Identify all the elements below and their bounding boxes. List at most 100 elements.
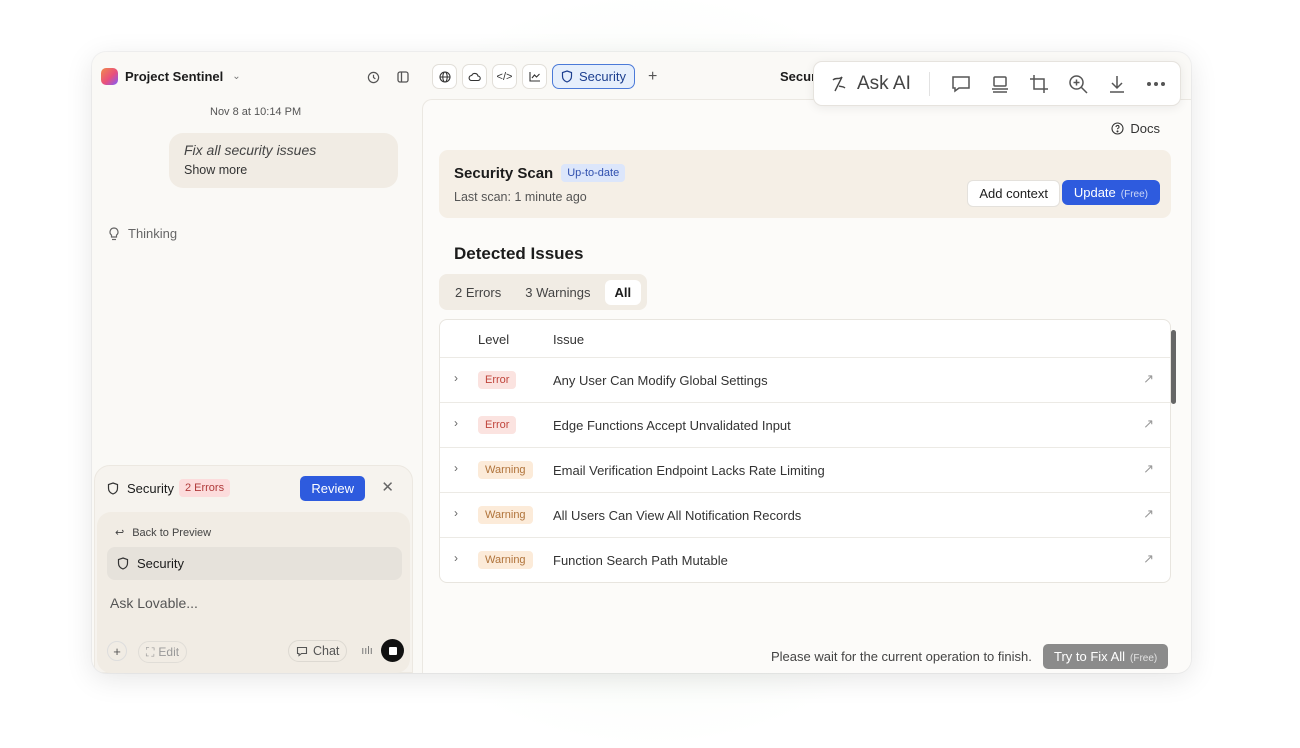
level-badge: Warning — [478, 551, 533, 569]
edit-label: Edit — [158, 645, 180, 659]
chat-bubble-icon — [296, 646, 308, 657]
scan-title-row: Security Scan Up-to-date — [454, 164, 626, 182]
open-external-icon[interactable]: ↗ — [1143, 416, 1154, 432]
filter-errors[interactable]: 2 Errors — [445, 280, 511, 305]
toolbar-divider — [928, 71, 930, 96]
chat-mode-button[interactable]: Chat — [288, 640, 348, 662]
monitor-icon[interactable] — [981, 69, 1020, 99]
table-row[interactable]: › Error Any User Can Modify Global Setti… — [440, 358, 1170, 403]
stop-icon — [388, 646, 397, 655]
scan-title: Security Scan — [454, 164, 554, 182]
level-badge: Error — [478, 371, 517, 389]
docs-link[interactable]: Docs — [1111, 121, 1160, 136]
errors-badge: 2 Errors — [178, 479, 231, 497]
project-switcher[interactable]: Project Sentinel ⌄ — [101, 68, 241, 85]
table-row[interactable]: › Error Edge Functions Accept Unvalidate… — [440, 403, 1170, 448]
fix-free-label: (Free) — [1130, 653, 1158, 664]
chat-label: Chat — [313, 644, 340, 658]
composer-input-area: ↩ Back to Preview Security Ask Lovable..… — [97, 512, 410, 673]
security-panel: Docs Security Scan Up-to-date Last scan:… — [422, 99, 1191, 673]
ask-ai-button[interactable]: Ask AI — [830, 73, 911, 95]
level-badge: Warning — [478, 461, 533, 479]
ask-ai-label: Ask AI — [857, 72, 911, 94]
add-tab-icon[interactable]: + — [648, 68, 657, 86]
crop-icon[interactable] — [1020, 69, 1059, 99]
review-button[interactable]: Review — [300, 476, 365, 501]
app-window: Project Sentinel ⌄ Nov 8 at 10:14 PM Fix… — [92, 52, 1191, 673]
column-header-level: Level — [478, 332, 510, 347]
security-notice-title: Security — [127, 480, 174, 496]
fix-all-label: Try to Fix All — [1054, 649, 1126, 664]
ask-lovable-input[interactable]: Ask Lovable... — [110, 595, 198, 611]
edit-button[interactable]: ⛶ Edit — [138, 641, 188, 663]
try-to-fix-all-button[interactable]: Try to Fix All (Free) — [1043, 644, 1169, 669]
update-free-label: (Free) — [1120, 189, 1148, 200]
table-header: Level Issue — [440, 320, 1170, 358]
thinking-indicator: Thinking — [108, 226, 177, 241]
open-external-icon[interactable]: ↗ — [1143, 551, 1154, 567]
shield-icon — [561, 70, 573, 83]
project-name: Project Sentinel — [125, 69, 224, 84]
level-badge: Error — [478, 416, 517, 434]
show-more-link[interactable]: Show more — [184, 163, 383, 177]
back-to-preview-link[interactable]: ↩ Back to Preview — [115, 526, 211, 540]
preview-tabs: </> Security + — [432, 64, 657, 89]
help-circle-icon — [1111, 122, 1124, 135]
tab-cloud[interactable] — [462, 64, 487, 89]
table-row[interactable]: › Warning Email Verification Endpoint La… — [440, 448, 1170, 493]
filter-warnings[interactable]: 3 Warnings — [515, 280, 600, 305]
shield-icon — [107, 481, 119, 495]
chevron-right-icon[interactable]: › — [454, 461, 458, 475]
lightbulb-icon — [109, 226, 119, 240]
zoom-in-icon[interactable] — [1059, 69, 1098, 99]
level-badge: Warning — [478, 506, 533, 524]
comment-icon[interactable] — [942, 69, 981, 99]
tab-code[interactable]: </> — [492, 64, 517, 89]
chevron-right-icon[interactable]: › — [454, 506, 458, 520]
open-external-icon[interactable]: ↗ — [1143, 506, 1154, 522]
scrollbar-thumb[interactable] — [1171, 330, 1176, 404]
chart-line-icon — [528, 72, 540, 82]
history-icon[interactable] — [363, 67, 383, 87]
download-icon[interactable] — [1098, 69, 1137, 99]
filter-all[interactable]: All — [604, 279, 642, 305]
shield-icon — [117, 557, 129, 570]
thinking-label: Thinking — [128, 226, 178, 241]
sidebar-toggle-icon[interactable] — [393, 67, 413, 87]
wait-message: Please wait for the current operation to… — [771, 649, 1032, 664]
open-external-icon[interactable]: ↗ — [1143, 371, 1154, 387]
update-button[interactable]: Update (Free) — [1061, 180, 1160, 205]
close-icon[interactable]: ✕ — [381, 478, 394, 496]
open-external-icon[interactable]: ↗ — [1143, 461, 1154, 477]
chevron-right-icon[interactable]: › — [454, 416, 458, 430]
security-scan-card: Security Scan Up-to-date Last scan: 1 mi… — [439, 150, 1171, 218]
last-scan-text: Last scan: 1 minute ago — [454, 190, 587, 204]
table-row[interactable]: › Warning Function Search Path Mutable ↗ — [440, 538, 1170, 582]
chat-pane: Project Sentinel ⌄ Nov 8 at 10:14 PM Fix… — [92, 52, 422, 673]
more-options-icon[interactable] — [1137, 69, 1176, 99]
column-header-issue: Issue — [553, 332, 585, 347]
ask-ai-toolbar: Ask AI — [813, 61, 1181, 106]
project-logo-icon — [101, 68, 118, 85]
detected-issues-heading: Detected Issues — [454, 244, 584, 263]
chevron-right-icon[interactable]: › — [454, 551, 458, 565]
composer: Security 2 Errors Review ✕ ↩ Back to Pre… — [94, 465, 413, 673]
edit-select-icon: ⛶ — [146, 644, 155, 659]
add-attachment-button[interactable]: + — [107, 641, 127, 661]
composer-toolbar: + ⛶ Edit Chat ıılı — [107, 639, 404, 663]
chevron-right-icon[interactable]: › — [454, 371, 458, 385]
tab-security-label: Security — [579, 69, 626, 84]
issue-title: All Users Can View All Notification Reco… — [553, 508, 802, 523]
tab-security[interactable]: Security — [552, 64, 635, 89]
add-context-button[interactable]: Add context — [967, 180, 1060, 207]
sparkle-pen-icon — [832, 75, 846, 91]
tab-analytics[interactable] — [522, 64, 547, 89]
tab-preview-globe[interactable] — [432, 64, 457, 89]
voice-waveform-icon[interactable]: ıılı — [357, 641, 377, 661]
chat-date: Nov 8 at 10:14 PM — [210, 106, 302, 118]
chevron-down-icon: ⌄ — [232, 71, 241, 82]
security-context-chip[interactable]: Security — [107, 547, 402, 580]
stop-button[interactable] — [381, 639, 404, 662]
issue-title: Email Verification Endpoint Lacks Rate L… — [553, 463, 825, 478]
table-row[interactable]: › Warning All Users Can View All Notific… — [440, 493, 1170, 538]
